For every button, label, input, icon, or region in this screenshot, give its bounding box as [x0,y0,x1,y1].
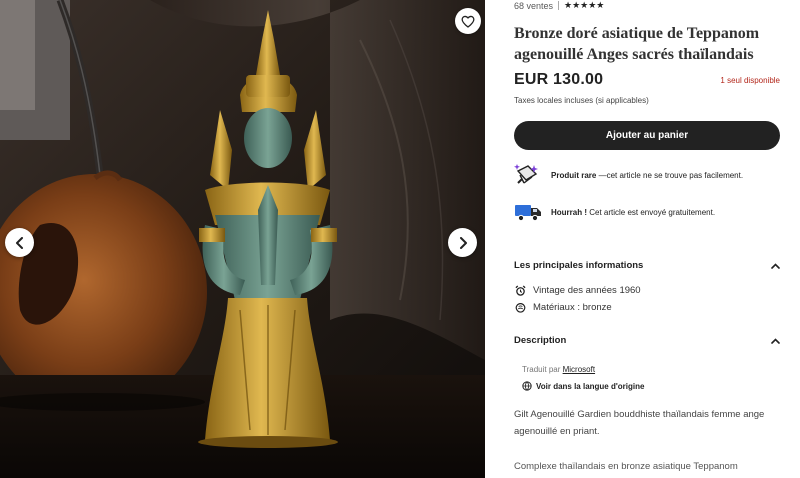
next-image-button[interactable] [448,228,477,257]
chevron-right-icon [459,236,467,249]
highlights-heading: Les principales informations [514,260,644,271]
divider [558,1,560,10]
product-photo [0,0,485,478]
translation-prefix: Traduit par [522,365,563,374]
original-language-label: Voir dans la langue d'origine [536,381,645,391]
highlight-text: Matériaux : bronze [533,301,612,313]
description-paragraph: Complexe thaïlandais en bronze asiatique… [514,461,738,472]
feature-free-shipping: Hourrah ! Cet article est envoyé gratuit… [514,200,782,224]
globe-icon [522,381,532,391]
tax-note: Taxes locales incluses (si applicables) [514,96,649,105]
add-to-cart-button[interactable]: Ajouter au panier [514,121,780,150]
previous-image-button[interactable] [5,228,34,257]
chevron-up-icon [770,261,780,271]
favorite-button[interactable] [455,8,481,34]
sales-count: 68 ventes [514,0,554,11]
price: EUR 130.00 [514,71,604,88]
description-paragraph: Gilt Agenouillé Gardien bouddhiste thaïl… [514,409,765,437]
description-section-toggle[interactable]: Description [514,335,780,346]
delivery-truck-icon [514,200,542,224]
chevron-up-icon [770,336,780,346]
vintage-alarm-icon [514,284,527,296]
listing-title: Bronze doré asiatique de Teppanom agenou… [514,25,760,63]
description-heading: Description [514,335,567,346]
star-rating[interactable]: ★★★★★ [564,0,604,11]
highlight-text: Vintage des années 1960 [533,284,641,296]
feature-rare-item: Produit rare —cet article ne se trouve p… [514,163,782,187]
view-original-language-button[interactable]: Voir dans la langue d'origine [522,381,644,391]
highlights-section-toggle[interactable]: Les principales informations [514,260,780,271]
product-image-viewer [0,0,485,478]
highlight-vintage: Vintage des années 1960 [514,284,641,296]
feature-text: Cet article est envoyé gratuitement. [587,207,716,217]
feature-text: —cet article ne se trouve pas facilement… [596,170,744,180]
highlight-material: Matériaux : bronze [514,301,612,313]
sales-rating-row: 68 ventes ★★★★★ [514,0,604,11]
rare-item-icon [514,163,542,187]
feature-title: Hourrah ! [551,207,587,217]
translator-link[interactable]: Microsoft [563,365,595,374]
listing-details-panel: 68 ventes ★★★★★ Bronze doré asiatique de… [514,0,782,478]
feature-title: Produit rare [551,170,597,180]
translation-credit: Traduit par Microsoft [522,365,595,374]
heart-icon [461,15,475,28]
chevron-left-icon [15,236,23,249]
stock-note: 1 seul disponible [720,76,780,85]
material-icon [514,301,527,313]
